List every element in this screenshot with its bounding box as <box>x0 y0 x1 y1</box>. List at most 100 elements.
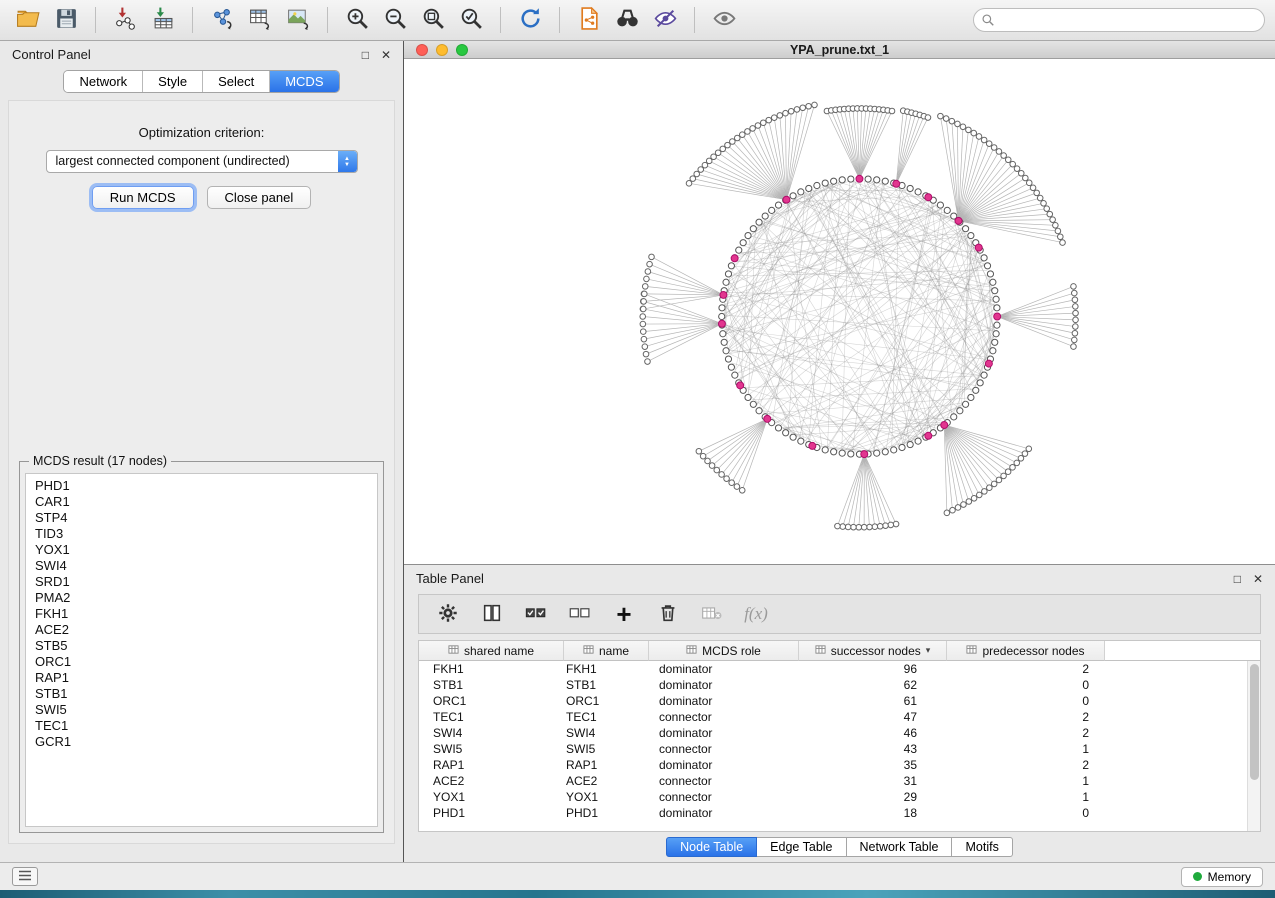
mcds-result-item[interactable]: YOX1 <box>35 542 368 558</box>
open-session-button[interactable] <box>10 4 46 36</box>
mcds-result-item[interactable]: TEC1 <box>35 718 368 734</box>
show-graphics-details-button[interactable] <box>706 4 742 36</box>
table-cell[interactable]: ORC1 <box>564 693 649 709</box>
table-scrollbar[interactable] <box>1247 661 1260 831</box>
delete-column-button[interactable] <box>651 599 685 629</box>
table-row[interactable]: YOX1YOX1connector291 <box>419 789 1260 805</box>
table-cell[interactable]: 2 <box>947 725 1105 741</box>
apply-layout-button[interactable] <box>512 4 548 36</box>
network-canvas[interactable] <box>404 59 1275 564</box>
table-cell[interactable]: FKH1 <box>564 661 649 677</box>
new-table-button[interactable] <box>242 4 278 36</box>
table-cell[interactable]: dominator <box>649 661 799 677</box>
table-cell[interactable]: PHD1 <box>564 805 649 821</box>
find-button[interactable] <box>609 4 645 36</box>
status-menu-button[interactable] <box>12 867 38 886</box>
table-cell[interactable]: TEC1 <box>564 709 649 725</box>
column-header-successor-nodes[interactable]: successor nodes ▾ <box>799 641 947 661</box>
mcds-result-item[interactable]: PHD1 <box>35 478 368 494</box>
table-cell[interactable]: connector <box>649 709 799 725</box>
mcds-result-item[interactable]: FKH1 <box>35 606 368 622</box>
table-scrollbar-thumb[interactable] <box>1250 664 1259 780</box>
memory-button[interactable]: Memory <box>1181 867 1263 887</box>
close-table-panel-button[interactable]: ✕ <box>1253 573 1263 585</box>
table-cell[interactable]: 96 <box>799 661 947 677</box>
table-cell[interactable]: YOX1 <box>419 789 564 805</box>
table-cell[interactable]: 1 <box>947 741 1105 757</box>
mcds-result-list[interactable]: PHD1CAR1STP4TID3YOX1SWI4SRD1PMA2FKH1ACE2… <box>25 473 378 827</box>
table-cell[interactable]: 47 <box>799 709 947 725</box>
close-panel-button[interactable]: ✕ <box>381 49 391 61</box>
float-panel-button[interactable]: □ <box>362 49 369 61</box>
tab-mcds[interactable]: MCDS <box>270 71 338 92</box>
tab-network[interactable]: Network <box>64 71 143 92</box>
mcds-result-item[interactable]: SWI5 <box>35 702 368 718</box>
table-cell[interactable]: connector <box>649 789 799 805</box>
zoom-fit-button[interactable] <box>415 4 451 36</box>
network-graph[interactable] <box>404 59 1275 564</box>
table-row[interactable]: STB1STB1dominator620 <box>419 677 1260 693</box>
zoom-selected-button[interactable] <box>453 4 489 36</box>
table-cell[interactable]: dominator <box>649 725 799 741</box>
table-cell[interactable]: YOX1 <box>564 789 649 805</box>
table-cell[interactable]: dominator <box>649 757 799 773</box>
table-cell[interactable]: RAP1 <box>419 757 564 773</box>
table-cell[interactable]: RAP1 <box>564 757 649 773</box>
tab-node-table[interactable]: Node Table <box>666 837 757 857</box>
table-cell[interactable]: SWI4 <box>419 725 564 741</box>
table-cell[interactable]: 18 <box>799 805 947 821</box>
mcds-result-item[interactable]: STB1 <box>35 686 368 702</box>
table-cell[interactable]: ORC1 <box>419 693 564 709</box>
table-cell[interactable]: PHD1 <box>419 805 564 821</box>
table-cell[interactable]: SWI5 <box>564 741 649 757</box>
zoom-out-button[interactable] <box>377 4 413 36</box>
table-cell[interactable]: dominator <box>649 693 799 709</box>
tab-motifs[interactable]: Motifs <box>952 837 1012 857</box>
mcds-result-item[interactable]: GCR1 <box>35 734 368 750</box>
delete-table-button[interactable] <box>695 599 729 629</box>
table-cell[interactable]: 35 <box>799 757 947 773</box>
mcds-result-item[interactable]: STP4 <box>35 510 368 526</box>
zoom-in-button[interactable] <box>339 4 375 36</box>
tab-select[interactable]: Select <box>203 71 270 92</box>
table-row[interactable]: SWI5SWI5connector431 <box>419 741 1260 757</box>
table-cell[interactable]: SWI4 <box>564 725 649 741</box>
table-cell[interactable]: 43 <box>799 741 947 757</box>
unselect-all-columns-button[interactable] <box>563 599 597 629</box>
function-builder-button[interactable]: f(x) <box>739 599 773 629</box>
export-document-button[interactable] <box>571 4 607 36</box>
save-session-button[interactable] <box>48 4 84 36</box>
table-cell[interactable]: 0 <box>947 693 1105 709</box>
optimization-criterion-select[interactable]: largest connected component (undirected)… <box>46 150 358 173</box>
sort-dropdown-icon[interactable]: ▾ <box>926 645 931 656</box>
column-header-name[interactable]: name <box>564 641 649 661</box>
table-cell[interactable]: 62 <box>799 677 947 693</box>
minimize-window-icon[interactable] <box>436 44 448 56</box>
table-cell[interactable]: ACE2 <box>564 773 649 789</box>
mcds-result-item[interactable]: CAR1 <box>35 494 368 510</box>
network-window-titlebar[interactable]: YPA_prune.txt_1 <box>404 41 1275 59</box>
mcds-result-item[interactable]: ORC1 <box>35 654 368 670</box>
table-cell[interactable]: connector <box>649 741 799 757</box>
mcds-result-item[interactable]: STB5 <box>35 638 368 654</box>
table-cell[interactable]: ACE2 <box>419 773 564 789</box>
table-cell[interactable]: dominator <box>649 677 799 693</box>
column-header-mcds-role[interactable]: MCDS role <box>649 641 799 661</box>
float-table-panel-button[interactable]: □ <box>1234 573 1241 585</box>
table-cell[interactable]: SWI5 <box>419 741 564 757</box>
table-row[interactable]: SWI4SWI4dominator462 <box>419 725 1260 741</box>
mcds-result-item[interactable]: SRD1 <box>35 574 368 590</box>
column-header-shared-name[interactable]: shared name <box>419 641 564 661</box>
table-cell[interactable]: connector <box>649 773 799 789</box>
close-mcds-panel-button[interactable]: Close panel <box>207 186 312 209</box>
mcds-result-item[interactable]: TID3 <box>35 526 368 542</box>
table-cell[interactable]: FKH1 <box>419 661 564 677</box>
table-cell[interactable]: 31 <box>799 773 947 789</box>
table-cell[interactable]: 46 <box>799 725 947 741</box>
table-row[interactable]: PHD1PHD1dominator180 <box>419 805 1260 821</box>
table-cell[interactable]: TEC1 <box>419 709 564 725</box>
maximize-window-icon[interactable] <box>456 44 468 56</box>
tab-style[interactable]: Style <box>143 71 203 92</box>
run-mcds-button[interactable]: Run MCDS <box>92 186 194 209</box>
export-image-button[interactable] <box>280 4 316 36</box>
